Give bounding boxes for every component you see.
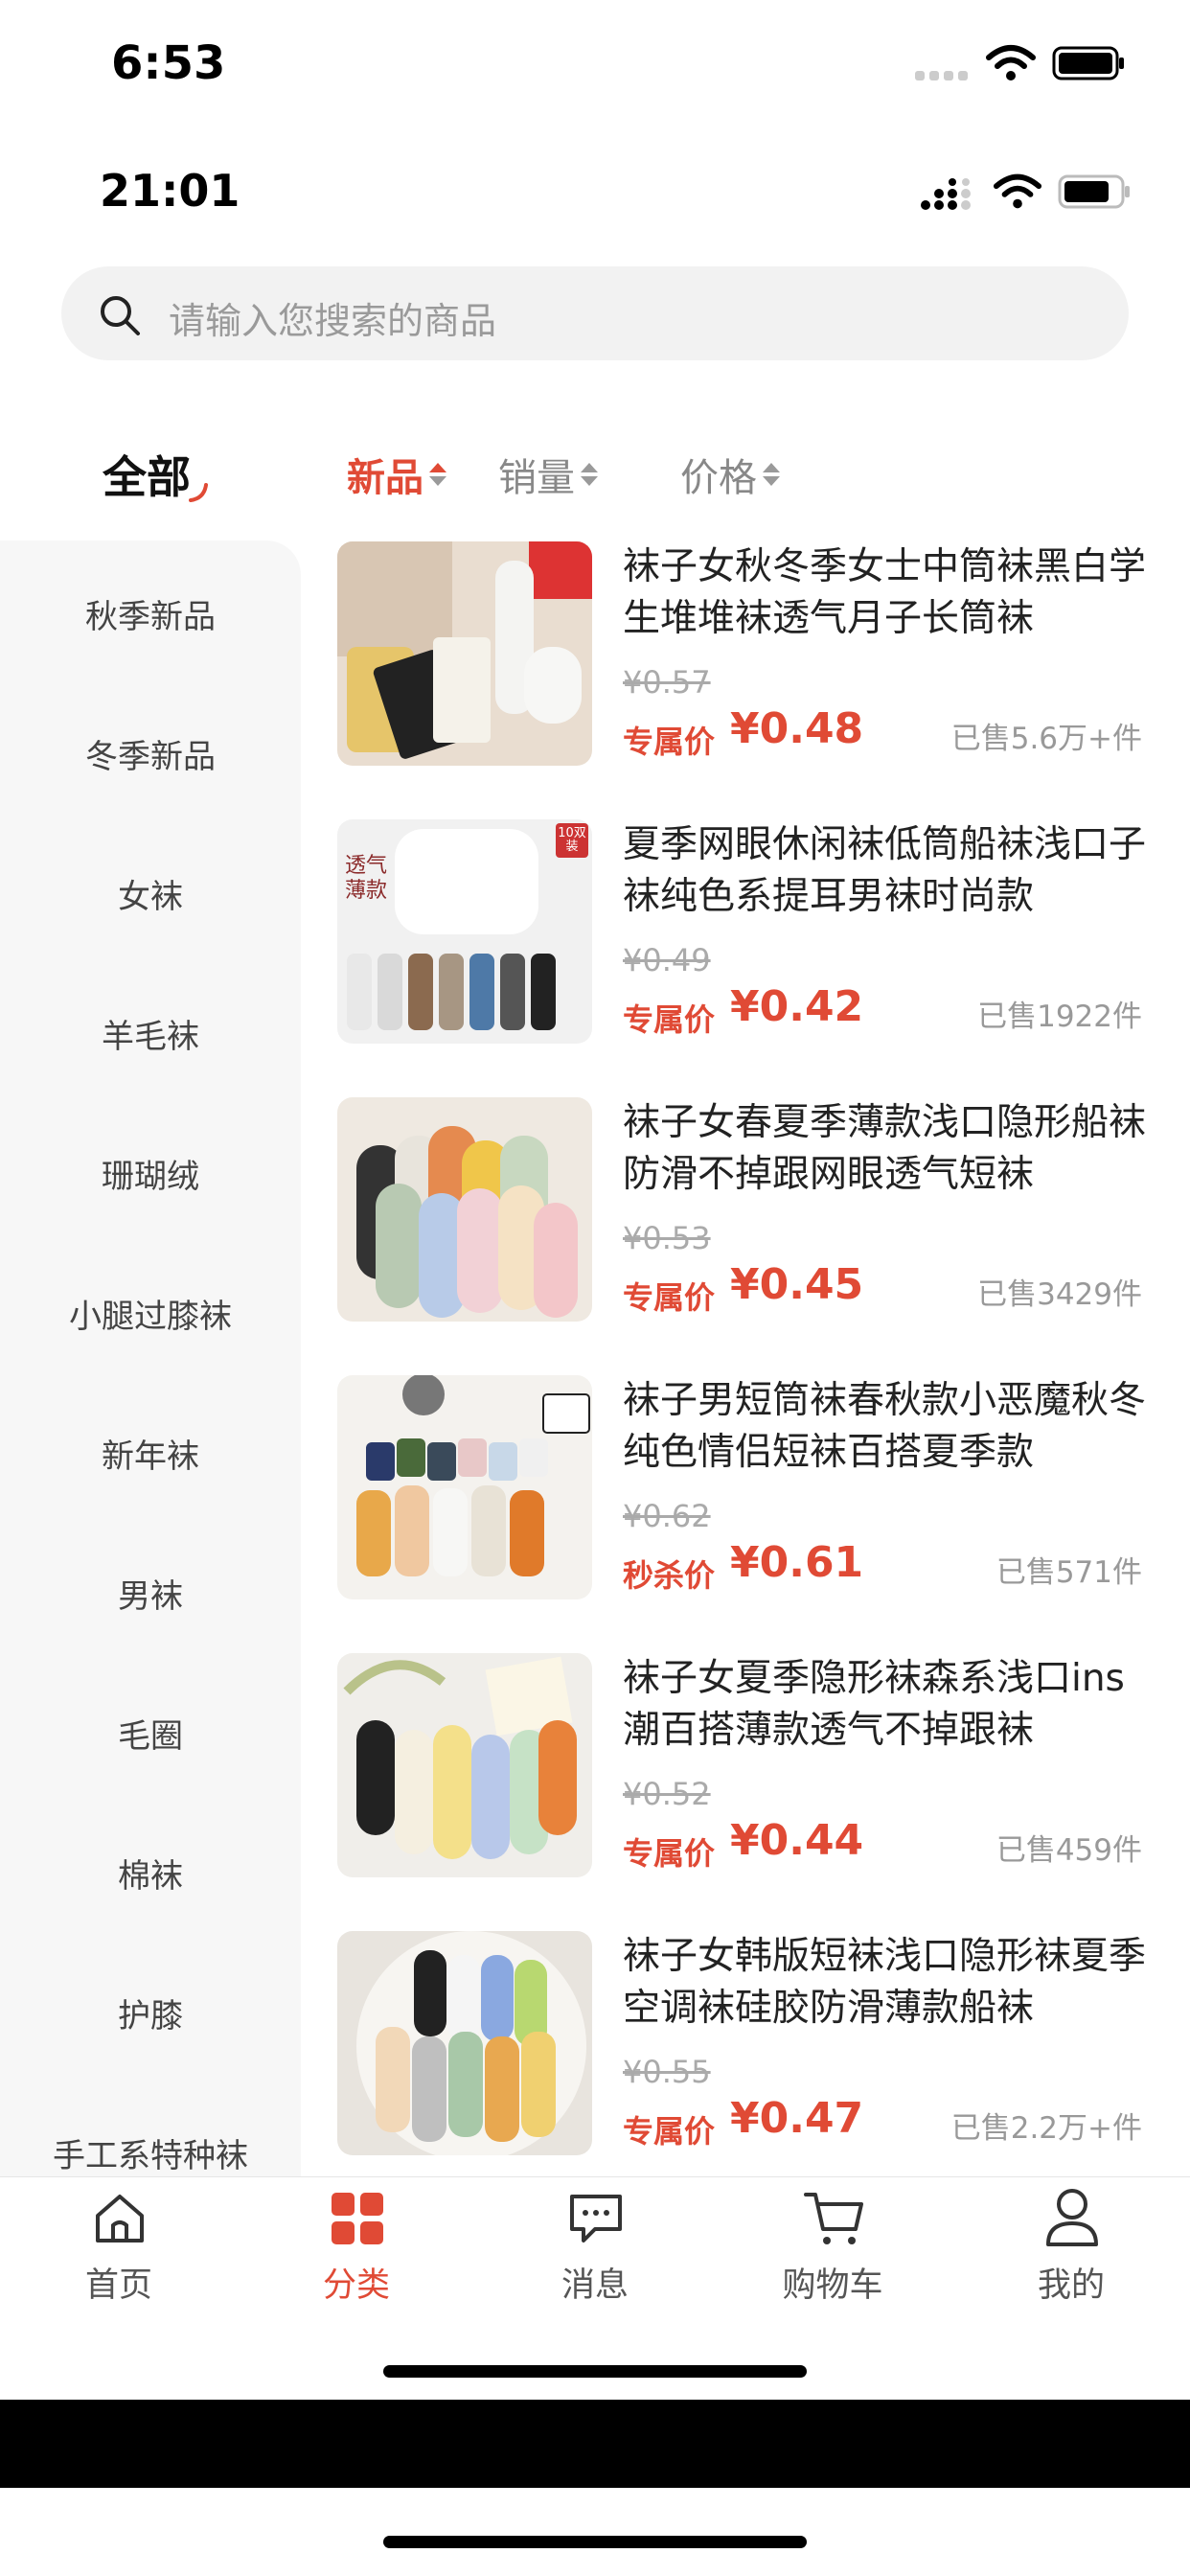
product-title[interactable]: 夏季网眼休闲袜低筒船袜浅口子袜纯色系提耳男袜时尚款 [623, 819, 1152, 923]
sort-arrows-icon [581, 463, 598, 486]
sidebar-item-cotton[interactable]: 棉袜 [0, 1850, 301, 1897]
tab-category-label: 分类 [322, 2266, 390, 2305]
search-input[interactable]: 请输入您搜索的商品 [169, 291, 496, 344]
home-icon [96, 2195, 144, 2242]
sort-arrows-icon [429, 463, 446, 486]
sort-arrows-icon [763, 463, 780, 486]
product-original-price: ¥0.62 [623, 1498, 711, 1534]
product-price-tag: 专属价 [623, 1001, 716, 1038]
sidebar-item-coral-fleece[interactable]: 珊瑚绒 [0, 1150, 301, 1197]
cellular-icon [921, 178, 971, 210]
category-all-tab[interactable]: 全部 [103, 443, 208, 506]
product-sold-count: 已售571件 [995, 1555, 1142, 1590]
product-price-tag: 专属价 [623, 724, 716, 760]
sort-tab-price-label: 价格 [680, 456, 757, 500]
tab-profile-label: 我的 [1037, 2266, 1105, 2305]
sort-tab-new[interactable]: 新品 [347, 447, 446, 502]
sidebar-item-wool-socks[interactable]: 羊毛袜 [0, 1010, 301, 1057]
sidebar-item-autumn-new[interactable]: 秋季新品 [0, 590, 301, 637]
product-sold-count: 已售5.6万+件 [950, 722, 1142, 756]
product-price: ¥0.42 [730, 982, 864, 1031]
sidebar-item-terry[interactable]: 毛圈 [0, 1710, 301, 1757]
product-image[interactable] [337, 1931, 592, 2155]
product-price: ¥0.44 [730, 1816, 864, 1865]
product-image[interactable] [337, 1097, 592, 1322]
home-indicator[interactable] [383, 2365, 807, 2378]
search-bar[interactable]: 请输入您搜索的商品 [61, 266, 1129, 360]
product-price: ¥0.45 [730, 1260, 864, 1309]
category-all-label: 全部 [103, 451, 191, 503]
product-price-tag: 专属价 [623, 1835, 716, 1872]
product-original-price: ¥0.49 [623, 942, 711, 978]
tab-messages-label: 消息 [561, 2266, 629, 2305]
product-card[interactable]: 袜子女秋冬季女士中筒袜黑白学生堆堆袜透气月子长筒袜 ¥0.57 专属价 ¥0.4… [337, 541, 1152, 766]
sidebar-item-new-year[interactable]: 新年袜 [0, 1430, 301, 1477]
product-price: ¥0.47 [730, 2094, 864, 2143]
product-title[interactable]: 袜子女春夏季薄款浅口隐形船袜防滑不掉跟网眼透气短袜 [623, 1097, 1152, 1201]
product-image[interactable]: 10双装 透气薄款 [337, 819, 592, 1044]
category-sidebar[interactable]: 秋季新品 冬季新品 女袜 羊毛袜 珊瑚绒 小腿过膝袜 新年袜 男袜 毛圈 棉袜 … [0, 540, 301, 2176]
product-image[interactable] [337, 1653, 592, 1877]
product-title[interactable]: 袜子女秋冬季女士中筒袜黑白学生堆堆袜透气月子长筒袜 [623, 541, 1152, 645]
product-price-tag: 专属价 [623, 2113, 716, 2150]
product-sold-count: 已售3429件 [977, 1277, 1142, 1312]
sidebar-item-handmade[interactable]: 手工系特种袜 [0, 2129, 301, 2176]
inner-status-bar: 21:01 [0, 153, 1190, 249]
sidebar-item-winter-new[interactable]: 冬季新品 [0, 730, 301, 777]
product-price-tag: 秒杀价 [623, 1557, 716, 1594]
product-price: ¥0.61 [730, 1538, 864, 1587]
sidebar-item-women-socks[interactable]: 女袜 [0, 870, 301, 917]
product-title[interactable]: 袜子女夏季隐形袜森系浅口ins潮百搭薄款透气不掉跟袜 [623, 1653, 1152, 1757]
product-original-price: ¥0.53 [623, 1220, 711, 1256]
wifi-icon-inner [993, 173, 1042, 209]
sidebar-item-over-knee[interactable]: 小腿过膝袜 [0, 1290, 301, 1337]
battery-icon-inner [1058, 174, 1130, 209]
image-overlay-text: 透气薄款 [345, 854, 388, 903]
product-sold-count: 已售2.2万+件 [950, 2111, 1142, 2146]
sidebar-item-knee-pad[interactable]: 护膝 [0, 1990, 301, 2036]
user-icon [1046, 2189, 1098, 2246]
outer-status-bar: 6:53 [0, 19, 1190, 115]
sidebar-item-men-socks[interactable]: 男袜 [0, 1570, 301, 1617]
product-price-tag: 专属价 [623, 1279, 716, 1316]
sort-tab-sales-label: 销量 [498, 456, 575, 500]
status-time: 6:53 [111, 36, 226, 90]
product-title[interactable]: 袜子男短筒袜春秋款小恶魔秋冬纯色情侣短袜百搭夏季款 [623, 1375, 1152, 1479]
product-card[interactable]: 10双装 透气薄款 夏季网眼休闲袜低筒船袜浅口子袜纯色系提耳男袜时尚款 ¥0.4… [337, 819, 1152, 1044]
product-sold-count: 已售459件 [995, 1833, 1142, 1868]
category-grid-icon [332, 2193, 383, 2244]
underline-swoosh-icon [189, 483, 208, 502]
wifi-icon [986, 45, 1036, 80]
product-original-price: ¥0.52 [623, 1776, 711, 1812]
sort-tab-price[interactable]: 价格 [680, 447, 780, 502]
product-card[interactable]: 袜子女韩版短袜浅口隐形袜夏季空调袜硅胶防滑薄款船袜 ¥0.55 专属价 ¥0.4… [337, 1931, 1152, 2155]
search-icon [101, 296, 140, 335]
black-band [0, 2400, 1190, 2488]
battery-icon [1052, 46, 1124, 80]
tab-cart-label: 购物车 [782, 2266, 883, 2305]
signal-icon [915, 71, 968, 80]
product-card[interactable]: 袜子男短筒袜春秋款小恶魔秋冬纯色情侣短袜百搭夏季款 ¥0.62 秒杀价 ¥0.6… [337, 1375, 1152, 1599]
sort-tab-sales[interactable]: 销量 [498, 447, 598, 502]
status-time-inner: 21:01 [100, 165, 240, 217]
outer-home-indicator[interactable] [383, 2536, 807, 2548]
pack-badge: 10双装 [558, 826, 586, 854]
product-title[interactable]: 袜子女韩版短袜浅口隐形袜夏季空调袜硅胶防滑薄款船袜 [623, 1931, 1152, 2035]
product-card[interactable]: 袜子女春夏季薄款浅口隐形船袜防滑不掉跟网眼透气短袜 ¥0.53 专属价 ¥0.4… [337, 1097, 1152, 1322]
tab-home-label: 首页 [84, 2266, 152, 2305]
sort-tab-new-label: 新品 [347, 456, 423, 500]
message-icon [570, 2195, 622, 2242]
cart-icon [804, 2193, 863, 2244]
product-original-price: ¥0.55 [623, 2054, 711, 2090]
product-original-price: ¥0.57 [623, 664, 711, 701]
product-sold-count: 已售1922件 [977, 1000, 1142, 1034]
product-price: ¥0.48 [730, 704, 864, 753]
product-image[interactable] [337, 1375, 592, 1599]
product-image[interactable] [337, 541, 592, 766]
product-card[interactable]: 袜子女夏季隐形袜森系浅口ins潮百搭薄款透气不掉跟袜 ¥0.52 专属价 ¥0.… [337, 1653, 1152, 1877]
